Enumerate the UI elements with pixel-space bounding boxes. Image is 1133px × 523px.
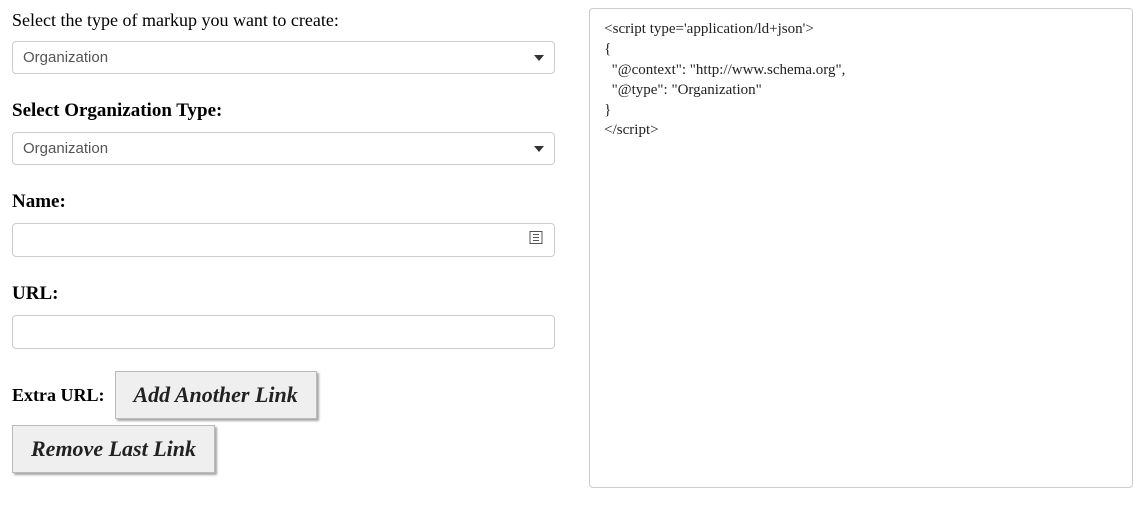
- add-another-link-button[interactable]: Add Another Link: [115, 371, 317, 419]
- url-label: URL:: [12, 283, 555, 305]
- name-input[interactable]: [12, 223, 555, 257]
- output-line: "@context": "http://www.schema.org",: [604, 60, 1118, 80]
- output-line: {: [604, 39, 1118, 59]
- output-line: }: [604, 100, 1118, 120]
- org-type-select[interactable]: Organization: [12, 132, 555, 165]
- output-line: <script type='application/ld+json'>: [604, 19, 1118, 39]
- extra-url-label: Extra URL:: [12, 385, 105, 406]
- page-container: Select the type of markup you want to cr…: [0, 0, 1133, 488]
- extra-url-row: Extra URL: Add Another Link Remove Last …: [12, 371, 555, 473]
- output-line: "@type": "Organization": [604, 80, 1118, 100]
- name-input-wrap: [12, 223, 555, 257]
- form-column: Select the type of markup you want to cr…: [0, 8, 567, 488]
- output-line: </script>: [604, 120, 1118, 140]
- remove-last-link-button[interactable]: Remove Last Link: [12, 425, 215, 473]
- url-input[interactable]: [12, 315, 555, 349]
- org-type-label: Select Organization Type:: [12, 100, 555, 122]
- markup-type-select[interactable]: Organization: [12, 41, 555, 74]
- output-panel: <script type='application/ld+json'> { "@…: [589, 8, 1133, 488]
- name-label: Name:: [12, 191, 555, 213]
- markup-type-label: Select the type of markup you want to cr…: [12, 10, 555, 31]
